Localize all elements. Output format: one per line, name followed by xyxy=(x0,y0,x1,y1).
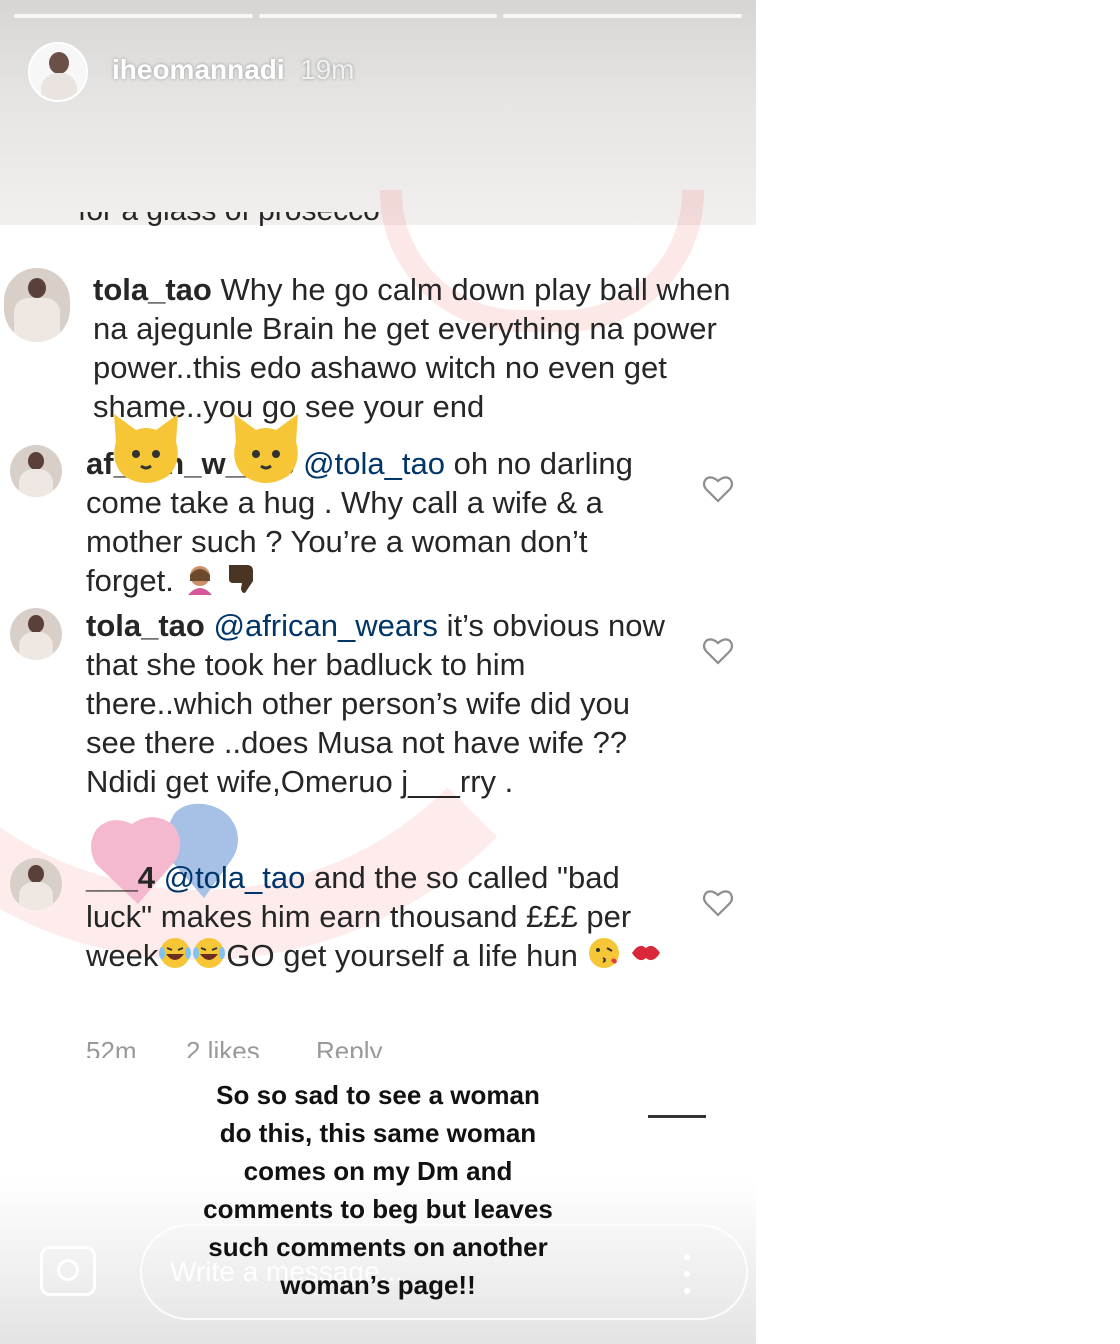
kissing-face-emoji-icon xyxy=(587,936,621,979)
thumbs-down-icon xyxy=(225,561,259,604)
comment-mention[interactable]: @african_wears xyxy=(213,608,437,643)
story-username[interactable]: iheomannadi xyxy=(112,54,285,86)
progress-segment xyxy=(503,14,743,18)
laughing-tears-emoji-icon xyxy=(192,936,226,979)
comment-username: tola_tao xyxy=(93,272,212,307)
comment-likes[interactable]: 2 likes xyxy=(186,1036,260,1058)
comment-avatar xyxy=(10,858,62,910)
kiss-mark-emoji-icon xyxy=(629,936,663,979)
comment-4: ___4 @tola_tao and the so called "bad lu… xyxy=(86,858,676,979)
story-caption: So so sad to see a woman do this, this s… xyxy=(203,1080,553,1300)
comment-username: ___4 xyxy=(86,860,155,895)
like-heart-icon[interactable] xyxy=(702,888,734,918)
comment-avatar xyxy=(10,445,62,497)
comment-avatar xyxy=(4,268,70,342)
comment-1: tola_tao Why he go calm down play ball w… xyxy=(93,270,743,426)
comment-3: tola_tao @african_wears it’s obvious now… xyxy=(86,606,676,801)
comment-mention[interactable]: @tola_tao xyxy=(164,860,306,895)
comment-meta-row: 52m 2 likes Reply xyxy=(86,1036,486,1058)
story-timestamp: 19m xyxy=(300,54,355,85)
like-heart-icon[interactable] xyxy=(702,474,734,504)
divider-dash xyxy=(648,1115,706,1118)
comment-avatar xyxy=(10,608,62,660)
cat-face-sticker-icon xyxy=(234,414,298,483)
like-heart-icon[interactable] xyxy=(702,636,734,666)
cat-face-sticker-icon xyxy=(114,414,178,483)
comment-text-continued: GO get yourself a life hun xyxy=(226,938,578,973)
empty-area xyxy=(756,0,1120,1344)
progress-segment xyxy=(258,14,498,18)
laughing-tears-emoji-icon xyxy=(158,936,192,979)
cropped-comment-line: for a glass of prosecco xyxy=(78,212,380,236)
story-progress-bars xyxy=(14,14,743,18)
comment-username: tola_tao xyxy=(86,608,205,643)
comment-mention[interactable]: @tola_tao xyxy=(303,446,445,481)
progress-segment xyxy=(14,14,253,18)
facepalm-emoji-icon xyxy=(183,561,217,604)
comment-time: 52m xyxy=(86,1036,137,1058)
more-options-icon[interactable] xyxy=(684,1254,694,1294)
reply-button[interactable]: Reply xyxy=(316,1036,382,1058)
story-viewer[interactable]: iheomannadi 19m for a glass of prosecco … xyxy=(0,0,756,1344)
story-avatar[interactable] xyxy=(28,42,88,102)
camera-icon[interactable] xyxy=(40,1246,96,1296)
